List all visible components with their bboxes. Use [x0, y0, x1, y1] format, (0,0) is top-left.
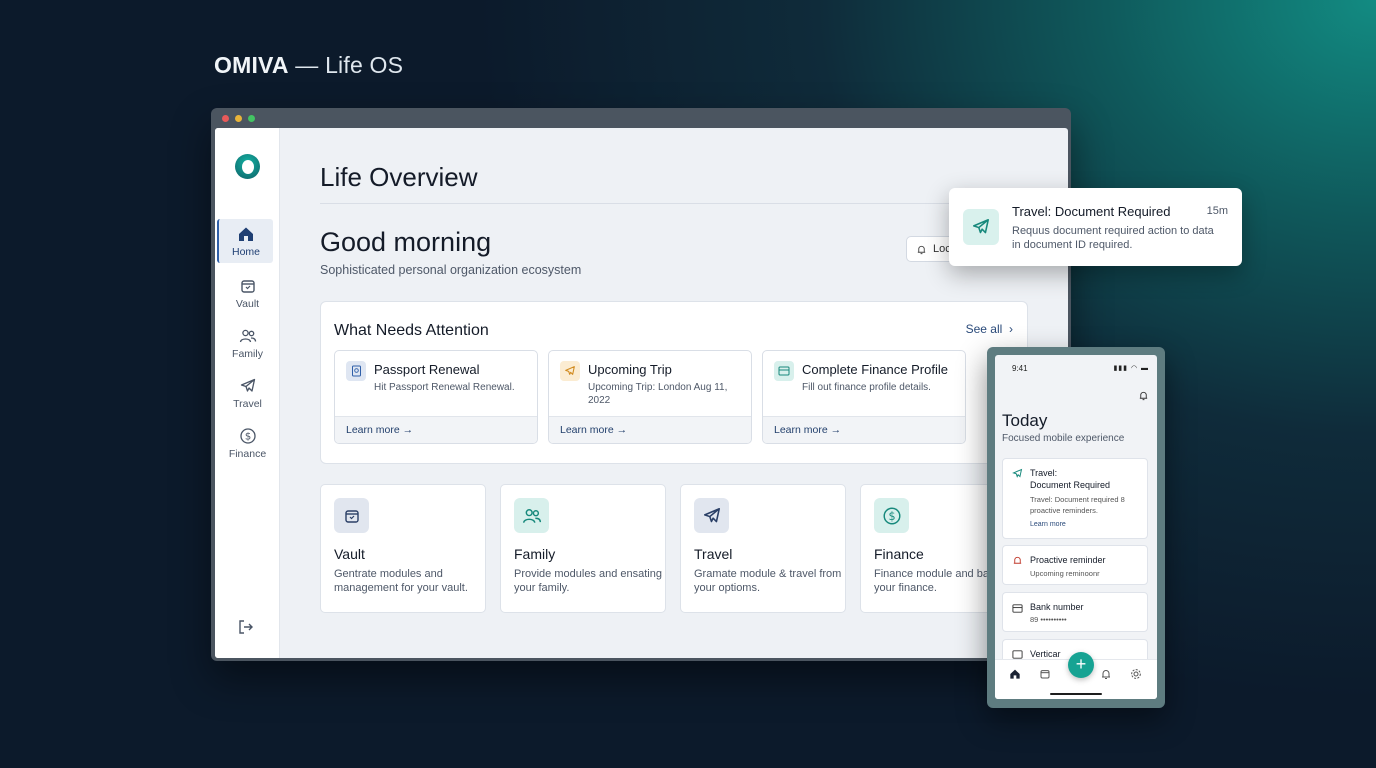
learn-more-link[interactable]: Learn more [1030, 521, 1066, 528]
card-icon [774, 361, 794, 381]
home-indicator [1050, 693, 1102, 695]
card-icon [1012, 604, 1023, 613]
home-icon [239, 227, 253, 241]
home-icon[interactable] [1009, 668, 1021, 680]
plane-icon [240, 378, 255, 392]
brand-title: OMIVA — Life OS [214, 52, 404, 78]
attention-card-passport[interactable]: Passport Renewal Hit Passport Renewal Re… [334, 350, 538, 444]
module-travel[interactable]: Travel Gramate module & travel from your… [680, 484, 846, 613]
sidebar-item-label: Vault [235, 298, 260, 310]
toast-time: 15m [1206, 205, 1228, 217]
sidebar-item-family[interactable]: Family [215, 327, 280, 360]
greeting: Good morning [320, 227, 492, 257]
learn-more-link[interactable]: Learn more → [335, 416, 537, 443]
sidebar-item-label: Travel [233, 398, 262, 410]
sidebar-item-vault[interactable]: Vault [215, 277, 280, 310]
module-title: Travel [694, 546, 733, 562]
dollar-icon: $ [239, 428, 256, 444]
maximize-dot[interactable] [248, 114, 255, 122]
module-desc: Gentrate modules and management for your… [334, 568, 468, 594]
app-area: Home Vault Family Travel $ Finance Life … [215, 128, 1068, 658]
bell-icon[interactable] [1100, 668, 1112, 680]
window-chrome [211, 108, 1071, 128]
minimize-dot[interactable] [235, 114, 242, 122]
card-title: Complete Finance Profile [802, 362, 948, 377]
vault-icon [334, 498, 369, 533]
sidebar: Home Vault Family Travel $ Finance [215, 128, 280, 658]
attention-card-trip[interactable]: Upcoming Trip Upcoming Trip: London Aug … [548, 350, 752, 444]
phone-status-icons: ▮▮▮ ◠ ▬ [1113, 365, 1149, 372]
passport-icon [346, 361, 366, 381]
card-title: Passport Renewal [374, 362, 480, 377]
sidebar-item-label: Family [232, 348, 263, 360]
module-vault[interactable]: Vault Gentrate modules and management fo… [320, 484, 486, 613]
phone-card-title: Bank number [1030, 602, 1084, 612]
add-button[interactable]: + [1068, 652, 1094, 678]
card-desc: Fill out finance profile details. [802, 382, 931, 393]
module-desc: Provide modules and ensating your family… [514, 568, 662, 594]
close-dot[interactable] [222, 114, 229, 122]
vault-icon [240, 280, 255, 293]
phone-tab-bar: + [995, 652, 1157, 699]
greeting-subtitle: Sophisticated personal organization ecos… [320, 263, 582, 277]
phone-title: Today [1002, 411, 1048, 430]
bell-icon[interactable] [1138, 390, 1149, 401]
attention-panel: What Needs Attention See all › Passport … [320, 301, 1028, 464]
phone-card-bank[interactable]: Bank number 89 •••••••••• [1002, 592, 1148, 632]
sidebar-item-travel[interactable]: Travel [215, 377, 280, 410]
phone-card-travel[interactable]: Travel: Document Required Travel: Docume… [1002, 458, 1148, 539]
logo-icon[interactable] [235, 154, 260, 179]
vault-icon[interactable] [1039, 668, 1051, 680]
attention-heading: What Needs Attention [334, 322, 489, 339]
plane-icon [1012, 468, 1023, 478]
title-divider [320, 203, 1026, 204]
phone-card-title: Travel: Document Required [1030, 468, 1111, 490]
chevron-right-icon: › [1005, 322, 1013, 336]
module-desc: Gramate module & travel from your optiom… [694, 568, 842, 594]
plane-icon [694, 498, 729, 533]
phone-card-desc: Travel: Document required 8 proactive re… [1030, 495, 1125, 515]
sidebar-item-finance[interactable]: $ Finance [215, 427, 280, 460]
dollar-icon: $ [874, 498, 909, 533]
phone-time: 9:41 [1012, 364, 1028, 373]
sidebar-item-home[interactable]: Home [217, 219, 273, 263]
phone-card-desc: 89 •••••••••• [1030, 615, 1067, 624]
family-icon [514, 498, 549, 533]
learn-more-link[interactable]: Learn more → [549, 416, 751, 443]
module-title: Family [514, 546, 556, 562]
attention-card-finance[interactable]: Complete Finance Profile Fill out financ… [762, 350, 966, 444]
phone-card-desc: Upcoming reminoonr [1030, 569, 1100, 578]
svg-text:$: $ [244, 432, 250, 443]
card-title: Upcoming Trip [588, 362, 672, 377]
module-family[interactable]: Family Provide modules and ensating your… [500, 484, 666, 613]
learn-more-link[interactable]: Learn more → [763, 416, 965, 443]
phone-mockup: 9:41 ▮▮▮ ◠ ▬ Today Focused mobile experi… [987, 347, 1165, 708]
svg-text:$: $ [888, 509, 895, 522]
module-title: Finance [874, 546, 924, 562]
page-title: Life Overview [320, 162, 478, 192]
desktop-window: Home Vault Family Travel $ Finance Life … [211, 108, 1071, 661]
phone-screen: 9:41 ▮▮▮ ◠ ▬ Today Focused mobile experi… [995, 355, 1157, 699]
phone-card-reminder[interactable]: Proactive reminder Upcoming reminoonr [1002, 545, 1148, 585]
bell-icon [917, 245, 926, 254]
phone-subtitle: Focused mobile experience [1002, 433, 1125, 444]
card-desc: Hit Passport Renewal Renewal. [374, 382, 515, 393]
plane-icon [560, 361, 580, 381]
see-all-link[interactable]: See all › [966, 322, 1013, 336]
notification-toast[interactable]: Travel: Document Required 15m Requus doc… [949, 188, 1242, 266]
sidebar-item-label: Home [231, 246, 260, 258]
toast-desc: Requus document required action to data … [1012, 225, 1214, 251]
bell-icon [1013, 556, 1022, 564]
phone-card-title: Proactive reminder [1030, 555, 1106, 565]
gear-icon[interactable] [1130, 668, 1142, 680]
family-icon [239, 329, 256, 343]
card-desc: Upcoming Trip: London Aug 11, 2022 [588, 382, 728, 406]
sidebar-item-label: Finance [228, 448, 267, 460]
plane-icon [963, 209, 999, 245]
module-title: Vault [334, 546, 365, 562]
logout-icon[interactable] [237, 618, 255, 636]
toast-title: Travel: Document Required [1012, 204, 1171, 219]
see-all-label: See all [965, 322, 1003, 336]
